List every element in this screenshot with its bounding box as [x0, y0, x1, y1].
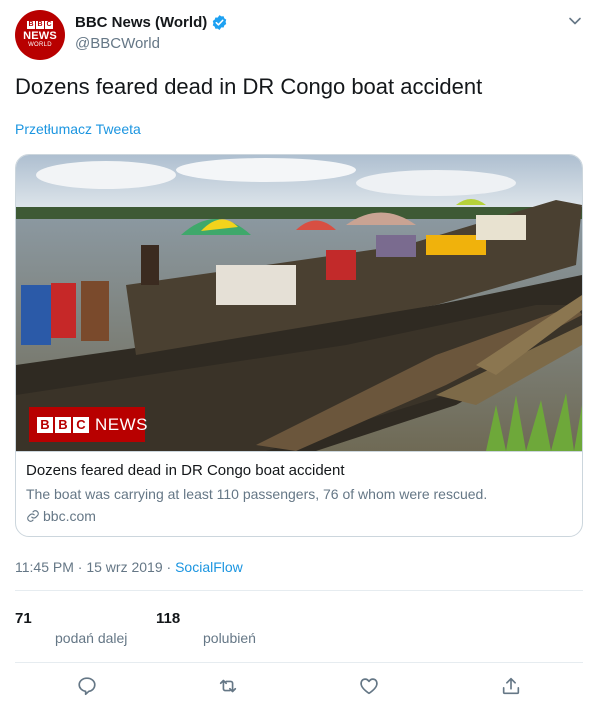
share-button[interactable]	[500, 675, 524, 699]
tweet-text: Dozens feared dead in DR Congo boat acci…	[15, 74, 483, 99]
retweet-count[interactable]: 71	[15, 610, 32, 627]
tweet-meta: 11:45 PM · 15 wrz 2019 · SocialFlow	[15, 559, 243, 575]
heart-icon	[360, 678, 378, 695]
card-description: The boat was carrying at least 110 passe…	[26, 486, 488, 502]
retweet-label[interactable]: podań dalej	[55, 630, 127, 646]
like-label[interactable]: polubień	[203, 630, 256, 646]
retweet-button[interactable]	[217, 675, 241, 699]
divider	[15, 590, 583, 591]
avatar-block: B	[36, 21, 44, 29]
reply-icon	[78, 677, 96, 696]
card-domain-text: bbc.com	[43, 508, 96, 524]
bbc-watermark-block: B	[37, 416, 53, 433]
link-card[interactable]: B B C NEWS Dozens feared dead in DR Cong…	[15, 154, 583, 537]
card-domain[interactable]: bbc.com	[26, 506, 572, 526]
tweet-time[interactable]: 11:45 PM	[15, 559, 74, 575]
share-icon	[502, 677, 520, 695]
meta-separator: ·	[162, 559, 176, 575]
reply-button[interactable]	[76, 675, 100, 699]
bbc-watermark-block: B	[55, 416, 71, 433]
meta-separator: ·	[73, 559, 87, 575]
like-count[interactable]: 118	[156, 610, 180, 627]
avatar-block: B	[27, 21, 35, 29]
verified-badge-icon	[213, 15, 227, 30]
avatar[interactable]: B B C NEWS WORLD	[15, 10, 65, 60]
author-name-row[interactable]: BBC News (World)	[75, 14, 228, 31]
card-image[interactable]: B B C NEWS	[16, 155, 582, 451]
card-body[interactable]: Dozens feared dead in DR Congo boat acci…	[16, 451, 582, 536]
retweet-icon	[219, 679, 237, 693]
bbc-watermark-news: NEWS	[95, 414, 148, 434]
link-icon	[27, 510, 39, 522]
avatar-news-text: NEWS	[23, 30, 57, 42]
card-title: Dozens feared dead in DR Congo boat acci…	[26, 462, 345, 479]
avatar-block: C	[45, 21, 53, 29]
avatar-bbc-blocks: B B C	[27, 21, 53, 29]
like-button[interactable]	[358, 675, 382, 699]
bbc-watermark-block: C	[73, 416, 89, 433]
display-name[interactable]: BBC News (World)	[75, 14, 207, 31]
divider	[15, 662, 583, 663]
tweet-source[interactable]: SocialFlow	[175, 559, 243, 575]
avatar-world-text: WORLD	[28, 42, 52, 48]
bbc-news-watermark: B B C NEWS	[29, 407, 148, 442]
tweet-date[interactable]: 15 wrz 2019	[86, 559, 162, 575]
translate-tweet-link[interactable]: Przetłumacz Tweeta	[15, 121, 141, 137]
bbc-watermark-blocks: B B C	[37, 416, 89, 433]
chevron-down-icon[interactable]	[568, 14, 582, 28]
handle[interactable]: @BBCWorld	[75, 35, 160, 52]
